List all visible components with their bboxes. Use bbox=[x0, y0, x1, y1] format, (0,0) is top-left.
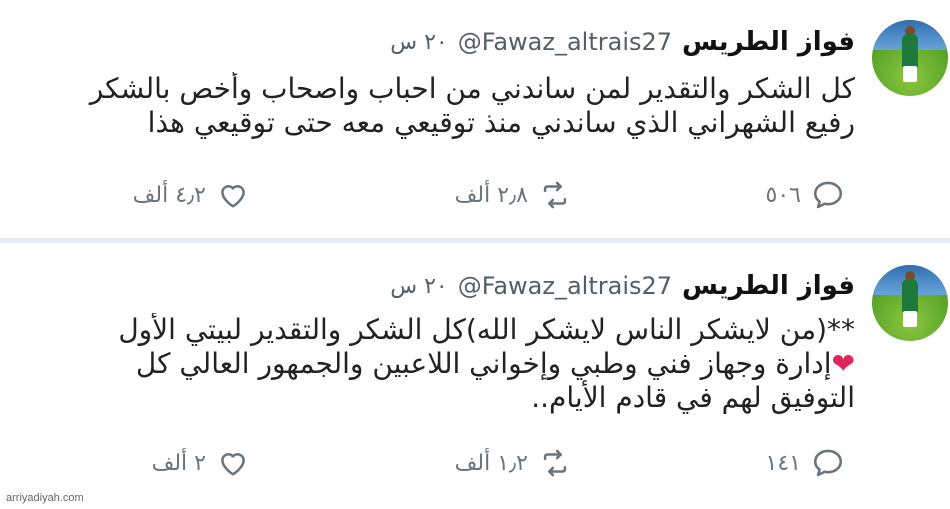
tweet-line: رفيع الشهراني الذي ساندني منذ توقيعي معه… bbox=[147, 106, 855, 139]
tweet-line: كل الشكر والتقدير لمن ساندني من احباب وا… bbox=[89, 72, 855, 105]
author-name[interactable]: فواز الطريس bbox=[682, 271, 855, 301]
tweet-card[interactable]: فواز الطريس @Fawaz_altrais27 ٢٠ س كل الش… bbox=[0, 0, 950, 238]
retweet-icon bbox=[543, 449, 567, 477]
like-button[interactable]: ٢ ألف bbox=[152, 443, 250, 483]
reply-count: ٥٠٦ bbox=[765, 182, 801, 208]
red-heart-emoji: ❤ bbox=[831, 347, 855, 380]
tweet-line: **(من لايشكر الناس لايشكر الله)كل الشكر … bbox=[118, 313, 855, 346]
retweet-count: ١٫٢ ألف bbox=[454, 450, 528, 476]
tweet-card[interactable]: فواز الطريس @Fawaz_altrais27 ٢٠ س **(من … bbox=[0, 243, 950, 509]
avatar[interactable] bbox=[872, 20, 948, 96]
like-count: ٤٫٢ ألف bbox=[132, 182, 206, 208]
author-handle[interactable]: @Fawaz_altrais27 bbox=[458, 28, 672, 56]
reply-button[interactable]: ٥٠٦ bbox=[766, 175, 845, 215]
tweet-text: **(من لايشكر الناس لايشكر الله)كل الشكر … bbox=[0, 313, 855, 415]
retweet-count: ٢٫٨ ألف bbox=[454, 182, 528, 208]
retweet-button[interactable]: ١٫٢ ألف bbox=[455, 443, 572, 483]
tweet-line: إدارة وجهاز فني وطبي وإخواني اللاعبين وا… bbox=[135, 347, 832, 380]
retweet-button[interactable]: ٢٫٨ ألف bbox=[455, 175, 572, 215]
tweet-time[interactable]: ٢٠ س bbox=[390, 274, 448, 299]
watermark: arriyadiyah.com bbox=[6, 492, 84, 504]
reply-button[interactable]: ١٤١ bbox=[766, 443, 845, 483]
tweet-time[interactable]: ٢٠ س bbox=[390, 30, 448, 55]
tweet-actions: ١٤١ ١٫٢ ألف ٢ ألف bbox=[0, 443, 950, 483]
tweet-line: التوفيق لهم في قادم الأيام.. bbox=[531, 381, 855, 414]
heart-icon bbox=[221, 185, 245, 208]
tweet-header: فواز الطريس @Fawaz_altrais27 ٢٠ س bbox=[390, 26, 855, 58]
tweet-line-with-emoji: ❤إدارة وجهاز فني وطبي وإخواني اللاعبين و… bbox=[0, 347, 855, 381]
tweet-header: فواز الطريس @Fawaz_altrais27 ٢٠ س bbox=[390, 270, 855, 302]
author-name[interactable]: فواز الطريس bbox=[682, 27, 855, 57]
reply-icon bbox=[813, 181, 843, 209]
retweet-icon bbox=[543, 181, 567, 209]
tweet-actions: ٥٠٦ ٢٫٨ ألف ٤٫٢ ألف bbox=[0, 175, 950, 215]
tweet-text: كل الشكر والتقدير لمن ساندني من احباب وا… bbox=[0, 72, 855, 140]
heart-icon bbox=[221, 453, 245, 476]
like-count: ٢ ألف bbox=[151, 450, 206, 476]
like-button[interactable]: ٤٫٢ ألف bbox=[133, 175, 250, 215]
author-handle[interactable]: @Fawaz_altrais27 bbox=[458, 272, 672, 300]
reply-icon bbox=[813, 449, 843, 477]
reply-count: ١٤١ bbox=[765, 450, 801, 476]
avatar[interactable] bbox=[872, 265, 948, 341]
